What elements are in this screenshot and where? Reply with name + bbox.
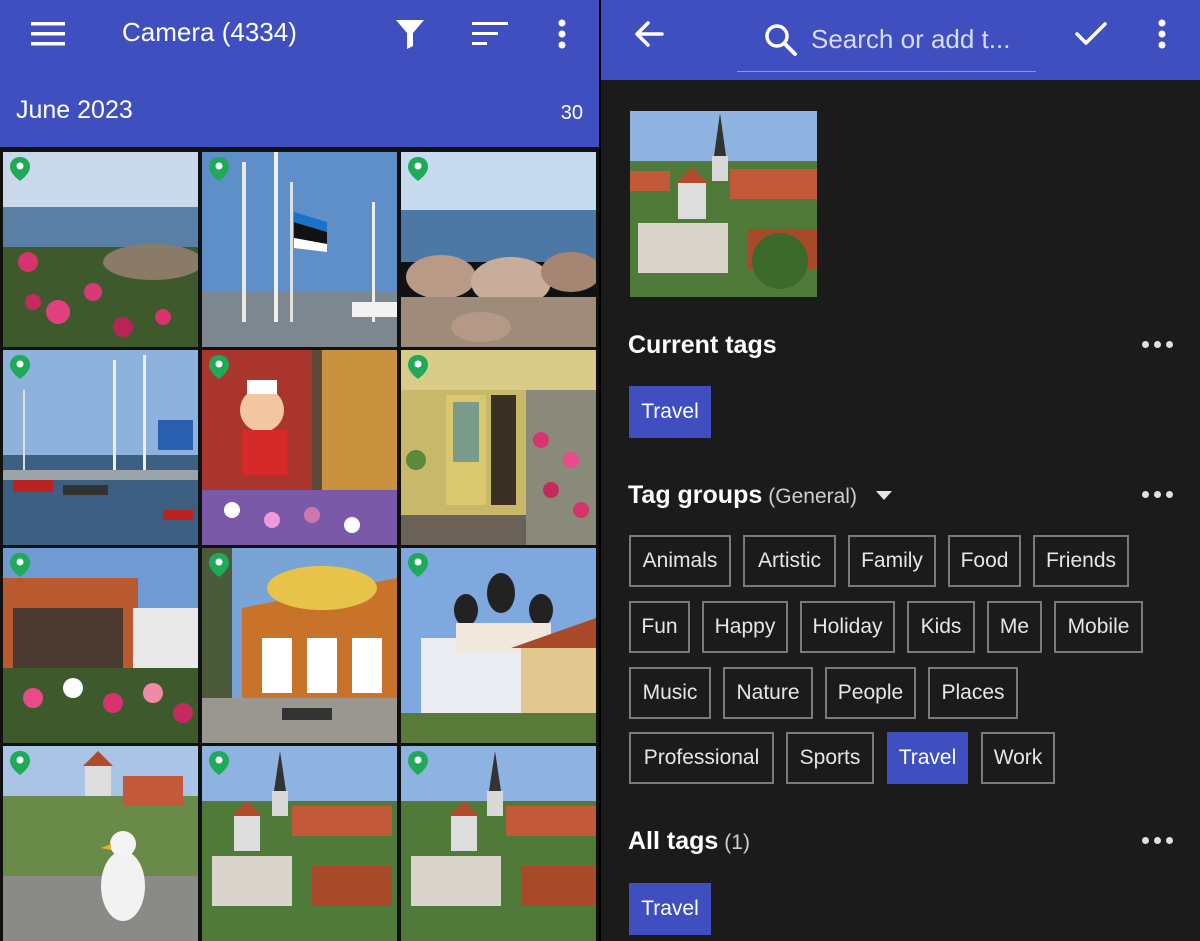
all-tags-label: All tags	[628, 827, 719, 855]
tag-chip-holiday[interactable]: Holiday	[800, 601, 895, 653]
location-pin-icon	[408, 553, 428, 577]
menu-icon[interactable]	[26, 16, 70, 52]
tag-chip-mobile[interactable]: Mobile	[1054, 601, 1143, 653]
tag-chip-fun[interactable]: Fun	[629, 601, 690, 653]
sort-icon[interactable]	[468, 14, 512, 54]
photo-thumbnail[interactable]	[401, 746, 596, 941]
photo-thumbnail[interactable]	[3, 548, 198, 743]
tag-chip-happy[interactable]: Happy	[702, 601, 788, 653]
tag-chip-nature[interactable]: Nature	[723, 667, 813, 719]
photo-thumbnail[interactable]	[202, 746, 397, 941]
all-tags-title: All tags (1)	[628, 827, 750, 856]
photo-thumbnail[interactable]	[401, 152, 596, 347]
location-pin-icon	[209, 553, 229, 577]
tag-chip-travel[interactable]: Travel	[887, 732, 968, 784]
more-horiz-icon[interactable]	[1142, 338, 1174, 350]
search-icon	[761, 20, 801, 60]
more-horiz-icon[interactable]	[1142, 488, 1174, 500]
gallery-app-bar: Camera (4334) June 2023 30	[0, 0, 599, 147]
gallery-panel: Camera (4334) June 2023 30	[0, 0, 599, 941]
tag-search-input[interactable]	[811, 22, 1026, 56]
location-pin-icon	[10, 553, 30, 577]
location-pin-icon	[209, 157, 229, 181]
location-pin-icon	[209, 751, 229, 775]
tag-chip-kids[interactable]: Kids	[907, 601, 975, 653]
arrow-back-icon[interactable]	[629, 14, 669, 54]
tag-chip-music[interactable]: Music	[629, 667, 711, 719]
tag-chip-professional[interactable]: Professional	[629, 732, 774, 784]
tag-group-selector[interactable]: (General)	[768, 485, 857, 508]
filter-icon[interactable]	[390, 14, 430, 54]
location-pin-icon	[408, 355, 428, 379]
check-icon[interactable]	[1071, 14, 1111, 54]
current-tags-title: Current tags	[628, 331, 777, 359]
photo-thumbnail[interactable]	[3, 152, 198, 347]
photo-thumbnail[interactable]	[401, 548, 596, 743]
tag-groups-title: Tag groups (General)	[628, 481, 857, 510]
location-pin-icon	[10, 355, 30, 379]
location-pin-icon	[10, 751, 30, 775]
photo-thumbnail[interactable]	[3, 350, 198, 545]
dropdown-arrow-icon[interactable]	[873, 486, 895, 506]
current-tag-chip[interactable]: Travel	[629, 386, 711, 438]
all-tag-chip[interactable]: Travel	[629, 883, 711, 935]
tag-editor-panel: Current tags Travel Tag groups(General) …	[601, 0, 1200, 941]
date-section-count: 30	[560, 102, 583, 124]
photo-preview	[630, 111, 817, 297]
date-section-header: June 2023	[16, 96, 133, 124]
more-horiz-icon[interactable]	[1142, 834, 1174, 846]
location-pin-icon	[408, 157, 428, 181]
tag-chip-food[interactable]: Food	[948, 535, 1021, 587]
tag-chip-places[interactable]: Places	[928, 667, 1018, 719]
tag-chip-animals[interactable]: Animals	[629, 535, 731, 587]
tag-chip-family[interactable]: Family	[848, 535, 936, 587]
location-pin-icon	[408, 751, 428, 775]
tag-groups-label: Tag groups	[628, 481, 763, 509]
tag-chip-work[interactable]: Work	[981, 732, 1055, 784]
tag-chip-artistic[interactable]: Artistic	[743, 535, 836, 587]
photo-thumbnail[interactable]	[202, 152, 397, 347]
photo-thumbnail[interactable]	[202, 548, 397, 743]
tag-chip-people[interactable]: People	[825, 667, 916, 719]
tag-search-box	[737, 14, 1036, 72]
photo-thumbnail[interactable]	[3, 746, 198, 941]
location-pin-icon	[209, 355, 229, 379]
more-vert-icon[interactable]	[548, 14, 576, 54]
more-vert-icon[interactable]	[1148, 14, 1176, 54]
tag-editor-app-bar	[601, 0, 1200, 80]
tag-chip-friends[interactable]: Friends	[1033, 535, 1129, 587]
photo-thumbnail[interactable]	[401, 350, 596, 545]
album-title: Camera (4334)	[122, 17, 297, 47]
tag-chip-sports[interactable]: Sports	[786, 732, 874, 784]
all-tags-count: (1)	[724, 831, 750, 854]
location-pin-icon	[10, 157, 30, 181]
tag-chip-me[interactable]: Me	[987, 601, 1042, 653]
photo-thumbnail[interactable]	[202, 350, 397, 545]
